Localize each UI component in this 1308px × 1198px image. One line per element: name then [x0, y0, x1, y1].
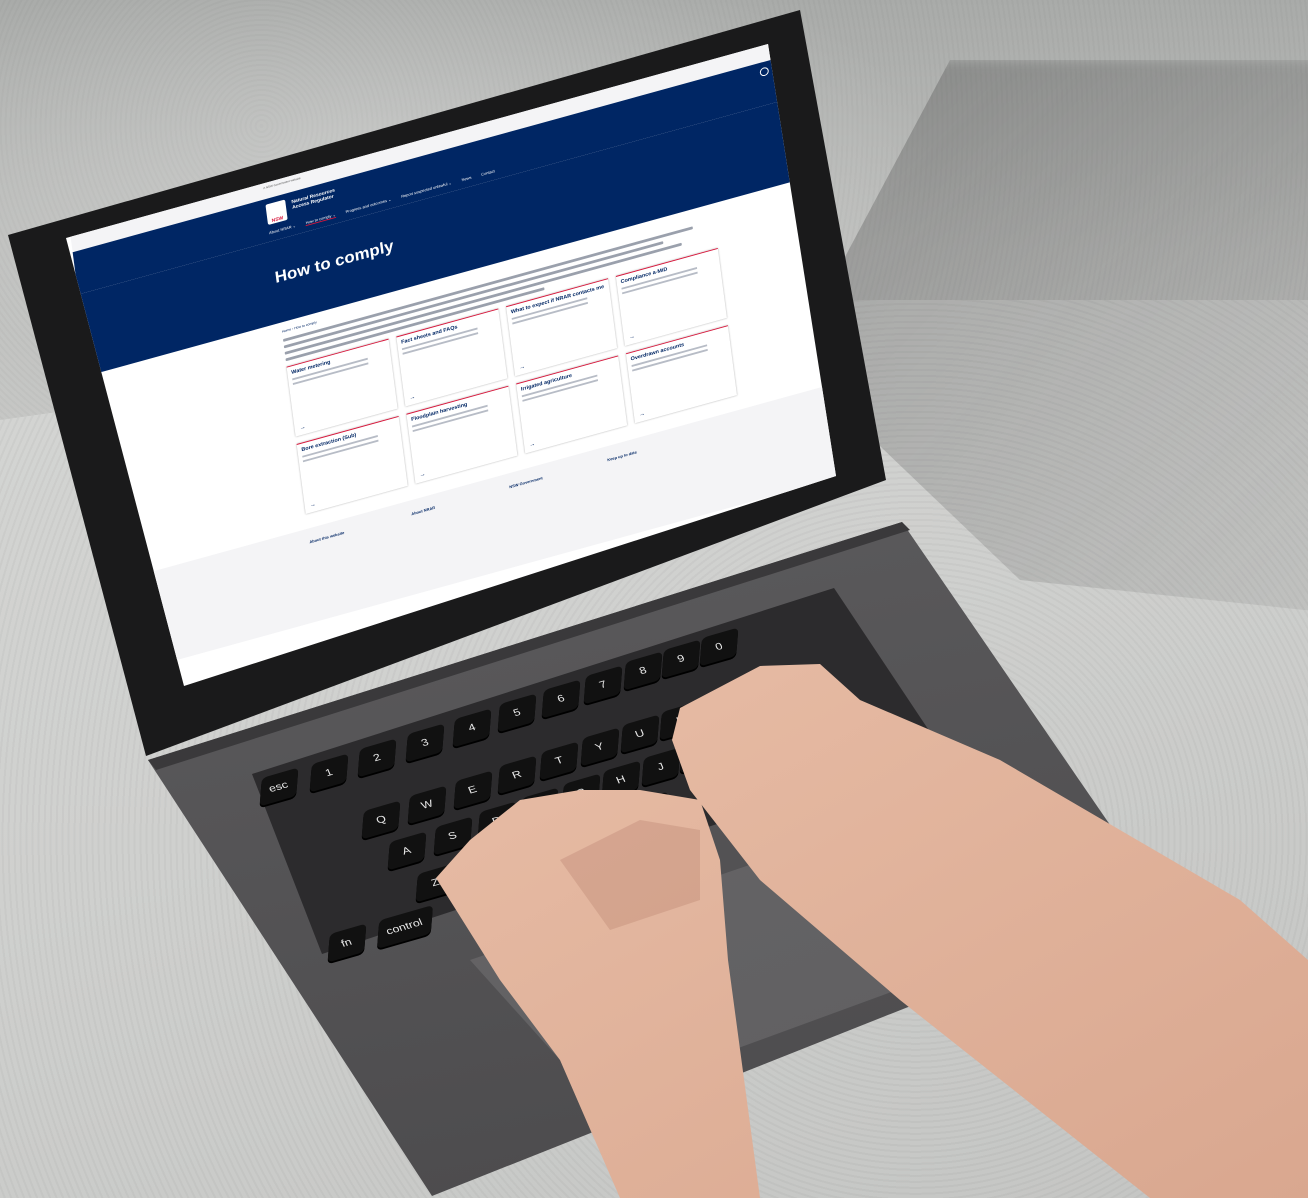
arrow-right-icon: →	[638, 411, 646, 419]
key: 2	[357, 738, 397, 778]
arrow-right-icon: →	[528, 441, 536, 449]
site-name[interactable]: Natural Resources Access Regulator	[291, 188, 336, 211]
arrow-right-icon: →	[419, 471, 426, 479]
search-icon[interactable]	[759, 66, 770, 78]
key: 9	[661, 639, 701, 679]
key: R	[497, 755, 537, 795]
arrow-right-icon: →	[299, 424, 306, 432]
key: 4	[452, 708, 492, 748]
arrow-right-icon: →	[518, 364, 526, 372]
key: 1	[309, 753, 349, 793]
key: 7	[583, 665, 623, 705]
page-title: How to comply	[273, 236, 395, 287]
key: Q	[361, 800, 401, 840]
key: fn	[327, 923, 367, 963]
key: E	[453, 770, 493, 810]
key: 8	[623, 651, 663, 691]
key: W	[407, 785, 447, 825]
arrow-right-icon: →	[409, 394, 416, 402]
photo-scene: esc 1 2 3 4 5 6 7 8 9 0 Q W E R T Y U I …	[0, 0, 1308, 1198]
key: 6	[541, 679, 581, 719]
arrow-right-icon: →	[628, 333, 636, 341]
key: J	[641, 747, 681, 787]
nav-item[interactable]: Contact	[481, 168, 495, 177]
key: control	[376, 905, 434, 949]
footer-heading: About this website	[309, 530, 345, 545]
footer-heading: NSW Government	[509, 475, 543, 490]
key: 5	[497, 693, 537, 733]
key: 3	[405, 723, 445, 763]
key: esc	[259, 767, 299, 807]
footer-heading: About NRAR	[411, 505, 436, 517]
key: Y	[580, 727, 620, 767]
key: T	[539, 741, 579, 781]
footer-heading: Keep up to date	[607, 449, 638, 463]
nav-item[interactable]: About NRAR ⌄	[269, 223, 297, 236]
key: A	[387, 831, 427, 871]
arrow-right-icon: →	[309, 501, 317, 509]
key: 0	[699, 627, 739, 667]
key: U	[620, 714, 660, 754]
nav-item[interactable]: News	[461, 175, 472, 183]
nsw-logo[interactable]: NSW	[265, 199, 288, 226]
